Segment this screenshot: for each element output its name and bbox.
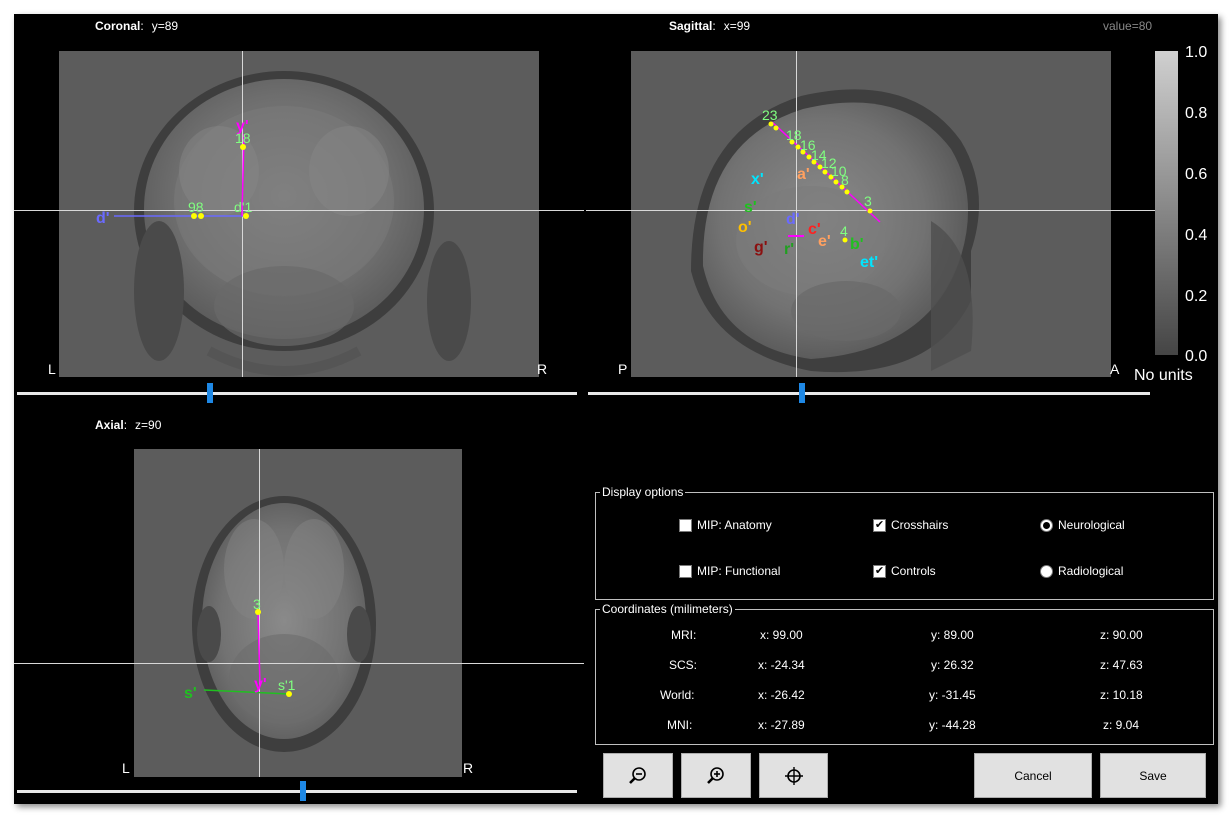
axial-left-label: L	[122, 760, 130, 776]
sagittal-crosshair-horizontal	[586, 210, 1156, 211]
coord-row-name: MNI:	[667, 718, 693, 732]
coord-x-value: x: -26.42	[758, 688, 805, 702]
coronal-brain-image	[134, 71, 471, 376]
coord-y-value: y: 89.00	[931, 628, 974, 642]
colorbar-tick: 0.8	[1185, 105, 1208, 122]
colorbar-tick: 0.6	[1185, 166, 1208, 183]
colorbar-tick: 1.0	[1185, 44, 1208, 61]
neurological-label: Neurological	[1058, 518, 1125, 532]
coronal-crosshair-horizontal	[14, 210, 584, 211]
axial-slice-slider[interactable]	[17, 790, 577, 793]
display-options-legend: Display options	[600, 485, 686, 499]
mip-anatomy-checkbox[interactable]	[679, 518, 692, 532]
coord-z-value: z: 47.63	[1100, 658, 1143, 672]
coord-row-name: World:	[660, 688, 695, 702]
coronal-right-label: R	[537, 361, 548, 377]
coronal-view[interactable]	[59, 51, 539, 377]
radiological-option[interactable]: Radiological	[1040, 564, 1123, 578]
zoom-out-button[interactable]	[603, 753, 673, 798]
controls-checkbox[interactable]: ✔	[873, 564, 886, 578]
sagittal-title: Sagittal: x=99	[669, 19, 751, 33]
sagittal-anterior-label: A	[1110, 361, 1120, 377]
mri-viewer-window: Coronal: y=89 d' y' 18 98 d'1 L R Sagitt…	[14, 14, 1218, 804]
axial-right-label: R	[463, 760, 474, 776]
coronal-slider-thumb[interactable]	[207, 383, 214, 403]
colorbar-units: No units	[1134, 367, 1193, 384]
axial-slider-thumb[interactable]	[299, 781, 306, 801]
coord-y-value: y: -31.45	[929, 688, 976, 702]
coronal-coord: y=89	[151, 19, 179, 33]
mip-anatomy-label: MIP: Anatomy	[697, 518, 772, 532]
coronal-title: Coronal: y=89	[95, 19, 179, 33]
zoom-in-button[interactable]	[681, 753, 751, 798]
display-options-panel: Display options MIP: Anatomy MIP: Functi…	[595, 485, 1214, 600]
coord-x-value: x: 99.00	[760, 628, 803, 642]
zoom-in-icon	[707, 766, 724, 784]
axial-brain-image	[192, 496, 376, 752]
sagittal-view[interactable]	[631, 51, 1111, 377]
value-readout: value=80	[1103, 19, 1153, 33]
crosshair-target-icon	[784, 766, 803, 785]
axial-title: Axial: z=90	[95, 418, 162, 432]
coordinates-legend: Coordinates (milimeters)	[600, 602, 735, 616]
coronal-slice-slider[interactable]	[17, 392, 577, 395]
center-crosshair-button[interactable]	[759, 753, 828, 798]
coord-y-value: y: 26.32	[931, 658, 974, 672]
colorbar	[1155, 51, 1178, 355]
coronal-crosshair-vertical	[242, 51, 243, 377]
axial-label: Axial	[95, 418, 124, 432]
sagittal-slider-thumb[interactable]	[798, 383, 805, 403]
crosshairs-option[interactable]: ✔ Crosshairs	[873, 518, 948, 532]
coord-x-value: x: -24.34	[758, 658, 805, 672]
sagittal-coord: x=99	[723, 19, 751, 33]
save-button[interactable]: Save	[1100, 753, 1206, 798]
controls-label: Controls	[891, 564, 936, 578]
axial-view[interactable]	[134, 449, 462, 777]
radiological-radio[interactable]	[1040, 564, 1053, 578]
coord-y-value: y: -44.28	[929, 718, 976, 732]
coord-x-value: x: -27.89	[758, 718, 805, 732]
mip-functional-option[interactable]: MIP: Functional	[679, 564, 780, 578]
crosshairs-label: Crosshairs	[891, 518, 949, 532]
coronal-label: Coronal	[95, 19, 141, 33]
sagittal-posterior-label: P	[618, 361, 628, 377]
coord-row-name: SCS:	[669, 658, 698, 672]
radiological-label: Radiological	[1058, 564, 1124, 578]
zoom-out-icon	[629, 766, 646, 784]
sagittal-brain-image	[691, 89, 979, 373]
mip-anatomy-option[interactable]: MIP: Anatomy	[679, 518, 772, 532]
sagittal-slice-slider[interactable]	[588, 392, 1150, 395]
axial-crosshair-horizontal	[14, 663, 584, 664]
controls-option[interactable]: ✔ Controls	[873, 564, 936, 578]
neurological-radio[interactable]	[1040, 518, 1053, 532]
coord-z-value: z: 10.18	[1100, 688, 1143, 702]
coord-row-name: MRI:	[671, 628, 697, 642]
colorbar-tick: 0.0	[1185, 348, 1208, 365]
neurological-option[interactable]: Neurological	[1040, 518, 1125, 532]
sagittal-label: Sagittal	[669, 19, 713, 33]
crosshairs-checkbox[interactable]: ✔	[873, 518, 886, 532]
mip-functional-label: MIP: Functional	[697, 564, 781, 578]
coord-z-value: z: 9.04	[1103, 718, 1140, 732]
colorbar-tick: 0.2	[1185, 288, 1208, 305]
axial-crosshair-vertical	[259, 449, 260, 777]
mip-functional-checkbox[interactable]	[679, 564, 692, 578]
cancel-button[interactable]: Cancel	[974, 753, 1092, 798]
coronal-left-label: L	[48, 361, 56, 377]
sagittal-crosshair-vertical	[796, 51, 797, 377]
colorbar-tick: 0.4	[1185, 227, 1208, 244]
coord-z-value: z: 90.00	[1100, 628, 1143, 642]
axial-coord: z=90	[135, 418, 162, 432]
